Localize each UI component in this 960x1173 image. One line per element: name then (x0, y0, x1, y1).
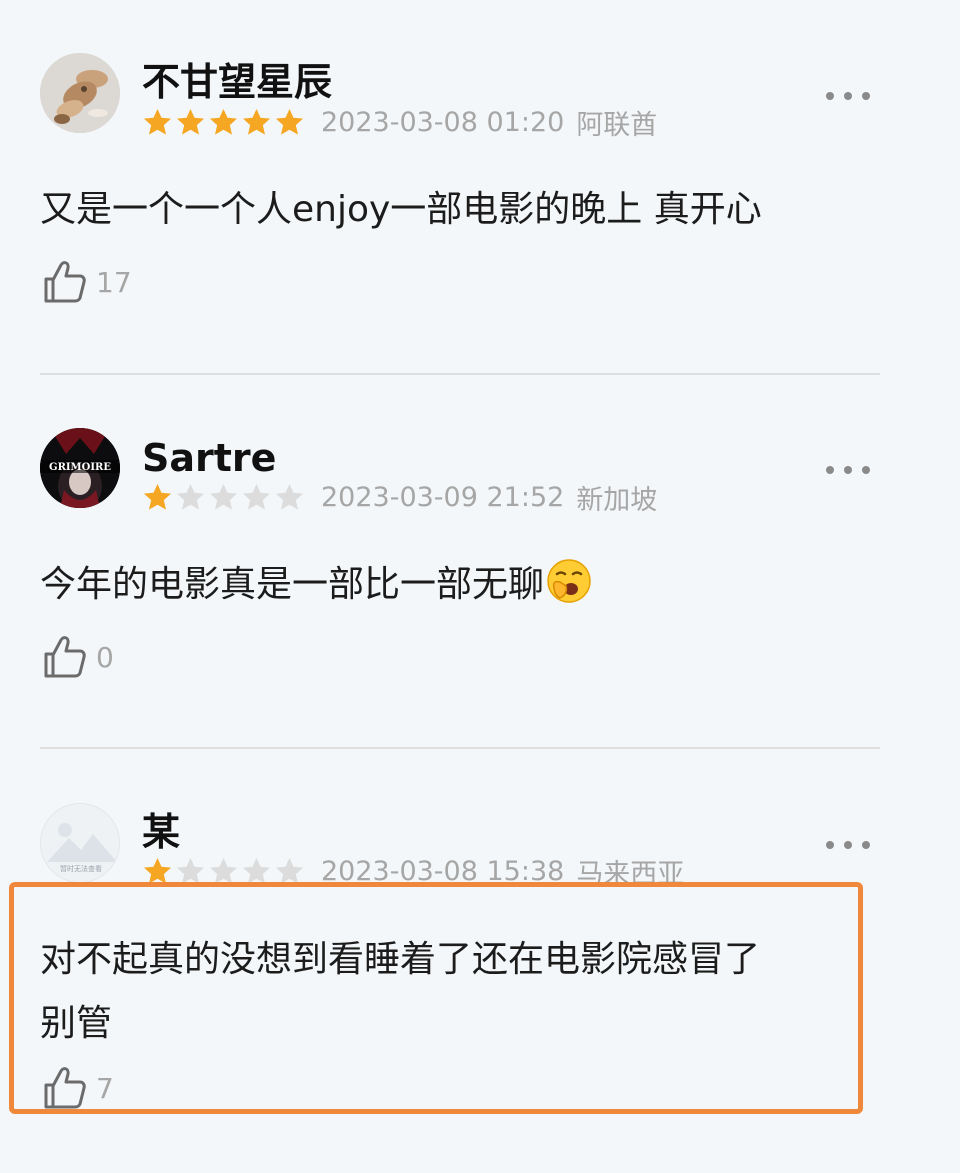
star-empty-icon (275, 857, 304, 884)
more-dots-icon (826, 841, 834, 849)
review-meta: 2023-03-08 15:38 马来西亚 (142, 853, 685, 890)
review-location: 马来西亚 (576, 858, 685, 890)
like-count: 7 (96, 1071, 114, 1105)
review-text-line: 对不起真的没想到看睡着了还在电影院感冒了 (40, 939, 761, 980)
star-empty-icon (242, 857, 271, 884)
review-content: 对不起真的没想到看睡着了还在电影院感冒了 别管 (40, 928, 840, 1056)
username[interactable]: 某 (142, 810, 180, 854)
star-empty-icon (176, 857, 205, 884)
placeholder-mountain-avatar: 暂时无法查看 (41, 804, 119, 882)
more-dot (862, 841, 870, 849)
star-empty-icon (209, 857, 238, 884)
star-filled-icon (143, 857, 172, 884)
review-text-line: 别管 (40, 1003, 113, 1044)
review-datetime: 2023-03-08 15:38 (321, 855, 565, 887)
review-item: 暂时无法查看 某 2023-03-08 15:38 马来西亚 对不起真的没想到看… (0, 0, 960, 1173)
more-options-button[interactable] (826, 835, 870, 855)
avatar-text: 暂时无法查看 (60, 864, 102, 873)
like-button[interactable]: 7 (42, 1064, 114, 1112)
avatar[interactable]: 暂时无法查看 (40, 803, 120, 883)
thumbs-up-icon (44, 1067, 86, 1109)
more-dot (844, 841, 852, 849)
star-rating (142, 856, 307, 887)
